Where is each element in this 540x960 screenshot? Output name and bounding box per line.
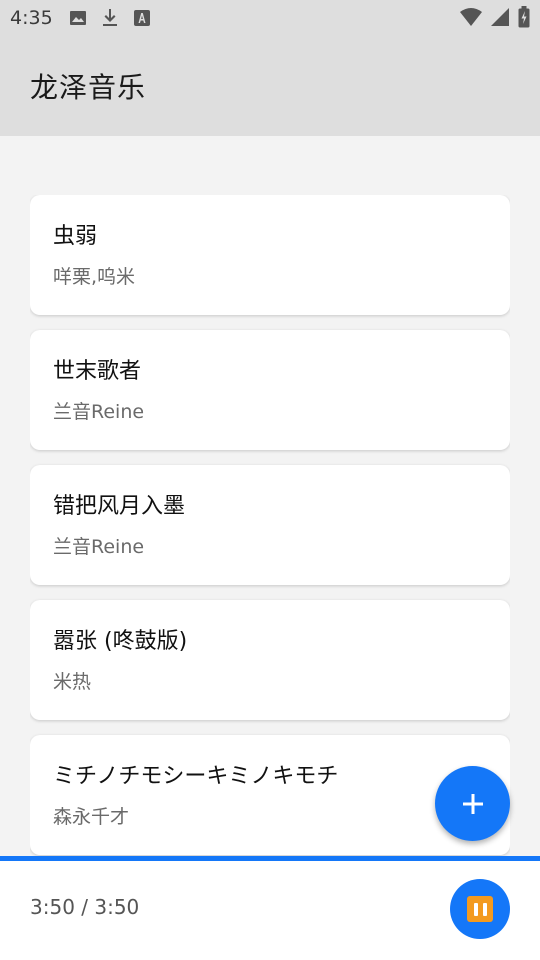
playback-time: 3:50 / 3:50 bbox=[30, 895, 140, 919]
download-icon bbox=[102, 9, 117, 26]
song-card[interactable]: 嚣张 (咚鼓版) 米热 bbox=[30, 600, 510, 720]
status-time: 4:35 bbox=[10, 7, 53, 29]
song-card[interactable]: 虫弱 咩栗,呜米 bbox=[30, 195, 510, 315]
app-bar: 龙泽音乐 bbox=[0, 36, 540, 136]
plus-icon bbox=[462, 793, 483, 814]
song-title: 嚣张 (咚鼓版) bbox=[53, 629, 188, 654]
add-song-button[interactable] bbox=[435, 766, 510, 841]
song-title: 世末歌者 bbox=[53, 359, 142, 384]
wifi-icon bbox=[460, 8, 482, 26]
song-artist: 兰音Reine bbox=[53, 401, 145, 423]
font-icon bbox=[133, 10, 150, 26]
song-artist: 咩栗,呜米 bbox=[53, 266, 136, 288]
app-title: 龙泽音乐 bbox=[30, 71, 147, 104]
song-card[interactable]: 错把风月入墨 兰音Reine bbox=[30, 465, 510, 585]
cell-signal-icon bbox=[491, 8, 509, 26]
song-title: 错把风月入墨 bbox=[53, 494, 186, 519]
battery-icon bbox=[518, 6, 530, 28]
song-artist: 兰音Reine bbox=[53, 536, 145, 558]
player-bar: 3:50 / 3:50 bbox=[0, 861, 540, 960]
status-right-icons bbox=[460, 6, 530, 28]
song-title: 虫弱 bbox=[53, 224, 98, 249]
song-artist: 米热 bbox=[53, 671, 92, 693]
song-card[interactable]: 世末歌者 兰音Reine bbox=[30, 330, 510, 450]
pause-icon bbox=[467, 896, 493, 922]
song-title: ミチノチモシーキミノキモチ bbox=[53, 764, 339, 789]
song-artist: 森永千才 bbox=[53, 806, 130, 828]
status-left-icons bbox=[69, 8, 151, 28]
pause-button[interactable] bbox=[450, 879, 510, 939]
song-list[interactable]: 虫弱 咩栗,呜米 世末歌者 兰音Reine 错把风月入墨 兰音Reine 嚣张 … bbox=[30, 195, 510, 857]
status-bar: 4:35 bbox=[0, 0, 540, 36]
image-icon bbox=[69, 11, 86, 25]
